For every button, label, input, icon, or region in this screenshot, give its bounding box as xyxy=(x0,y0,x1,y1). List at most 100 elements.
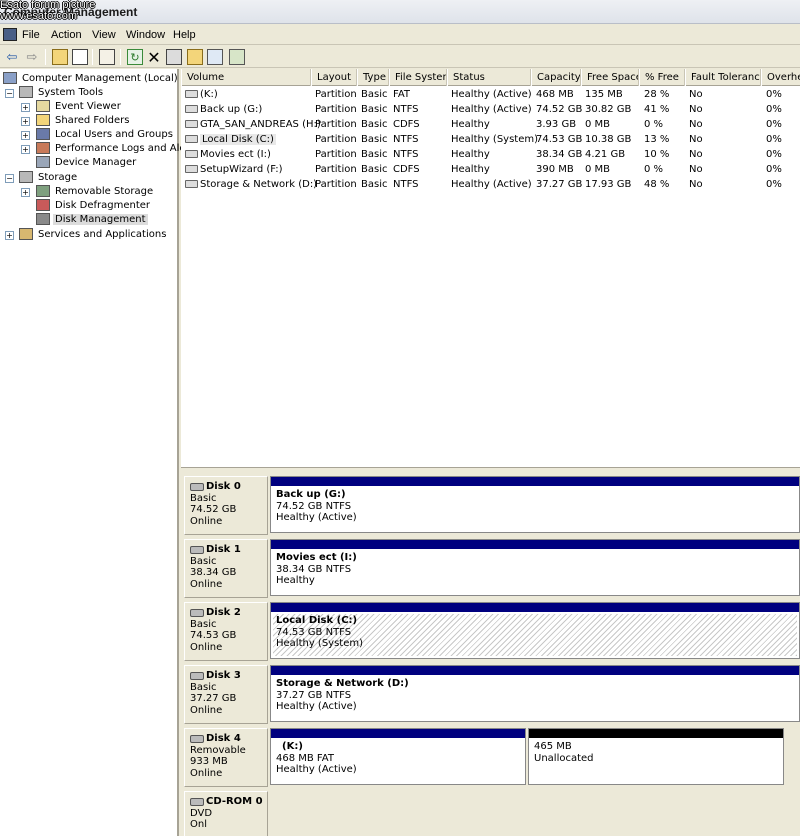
watermark: Esato forum picture www.esato.com xyxy=(0,0,95,22)
disk-info[interactable]: Disk 0 Basic 74.52 GB Online xyxy=(184,476,268,535)
cell-free: 0 MB xyxy=(585,119,611,130)
partition[interactable]: Storage & Network (D:) 37.27 GB NTFS Healt… xyxy=(270,665,800,722)
expand-removable-storage[interactable]: + xyxy=(21,188,30,197)
collapse-storage[interactable]: − xyxy=(5,174,14,183)
partition[interactable]: Local Disk (C:) 74.53 GB NTFS Healthy (Sys… xyxy=(270,602,800,659)
column-header-fault-tolerance[interactable]: Fault Tolerance xyxy=(685,69,761,86)
table-row[interactable]: GTA_SAN_ANDREAS (H:) Partition Basic CDFS He… xyxy=(181,117,800,132)
disk-info[interactable]: Disk 4 Removable 933 MB Online xyxy=(184,728,268,787)
partition[interactable]: Back up (G:) 74.52 GB NTFS Healthy (Active… xyxy=(270,476,800,533)
column-header-file-system[interactable]: File System xyxy=(389,69,447,86)
disk-name-label: Disk 2 xyxy=(206,607,241,618)
forward-arrow-icon[interactable]: ⇨ xyxy=(24,49,40,65)
tree-item-storage[interactable]: Storage xyxy=(19,170,79,184)
disk-size: 37.27 GB xyxy=(190,693,237,704)
menu-view[interactable]: View xyxy=(92,29,116,41)
disk-name: Disk 2 xyxy=(190,607,267,619)
refresh-icon[interactable]: ↻ xyxy=(127,49,143,65)
open-folder-icon[interactable] xyxy=(187,49,203,65)
defragmenter-icon xyxy=(36,199,50,211)
table-row[interactable]: Local Disk (C:) Partition Basic NTFS Healthy… xyxy=(181,132,800,147)
expand-local-users[interactable]: + xyxy=(21,131,30,140)
column-header-layout[interactable]: Layout xyxy=(311,69,357,86)
expand-event-viewer[interactable]: + xyxy=(21,103,30,112)
cell-fs: NTFS xyxy=(393,104,419,115)
disk-size: 74.52 GB xyxy=(190,504,237,515)
menu-help[interactable]: Help xyxy=(173,29,196,41)
menu-file[interactable]: File xyxy=(22,29,40,41)
column-header-percent-free[interactable]: % Free xyxy=(639,69,685,86)
tree-item-removable-storage[interactable]: Removable Storage xyxy=(36,184,155,198)
disk-type: Basic xyxy=(190,681,217,693)
tree-item-system-tools[interactable]: System Tools xyxy=(19,85,105,99)
table-row[interactable]: (K:) Partition Basic FAT Healthy (Active) 468… xyxy=(181,87,800,102)
column-header-status[interactable]: Status xyxy=(447,69,531,86)
disk-info[interactable]: Disk 3 Basic 37.27 GB Online xyxy=(184,665,268,724)
disk-size: 74.53 GB xyxy=(190,630,237,641)
tree-item-disk-management[interactable]: Disk Management xyxy=(36,212,148,226)
device-manager-icon xyxy=(36,156,50,168)
cell-fault: No xyxy=(689,104,703,115)
unallocated-partition[interactable]: 465 MB Unallocated xyxy=(528,728,784,785)
menu-window[interactable]: Window xyxy=(126,29,165,41)
column-header-type[interactable]: Type xyxy=(357,69,389,86)
properties-sheet-icon[interactable] xyxy=(166,49,182,65)
show-hide-tree-icon[interactable] xyxy=(72,49,88,65)
disk-info[interactable]: Disk 1 Basic 38.34 GB Online xyxy=(184,539,268,598)
search-icon[interactable] xyxy=(207,49,223,65)
table-row[interactable]: Storage & Network (D:) Partition Basic NTFS… xyxy=(181,177,800,192)
expand-perf-logs[interactable]: + xyxy=(21,145,30,154)
column-header-capacity[interactable]: Capacity xyxy=(531,69,581,86)
column-header-volume[interactable]: Volume xyxy=(181,69,311,86)
column-header-overhead[interactable]: Overhead xyxy=(761,69,800,86)
cell-fs: NTFS xyxy=(393,179,419,190)
disk-row: Disk 1 Basic 38.34 GB Online Movies ect (I:)… xyxy=(181,536,800,599)
table-row[interactable]: SetupWizard (F:) Partition Basic CDFS Health… xyxy=(181,162,800,177)
cell-volume: Back up (G:) xyxy=(200,104,263,115)
cell-capacity: 37.27 GB xyxy=(536,179,583,190)
disk-name-label: Disk 1 xyxy=(206,544,241,555)
disk-state: Online xyxy=(190,578,223,590)
partition[interactable]: (K:) 468 MB FAT Healthy (Active) xyxy=(270,728,526,785)
cell-fs: CDFS xyxy=(393,164,420,175)
hard-drive-icon xyxy=(185,135,198,143)
partition-status: Healthy xyxy=(276,575,315,586)
tree-item-device-manager[interactable]: Device Manager xyxy=(36,155,138,169)
tree-label: Shared Folders xyxy=(55,114,130,126)
collapse-system-tools[interactable]: − xyxy=(5,89,14,98)
export-icon[interactable] xyxy=(229,49,245,65)
tools-icon xyxy=(19,86,33,98)
cell-layout: Partition xyxy=(315,104,357,115)
partition[interactable]: Movies ect (I:) 38.34 GB NTFS Healthy xyxy=(270,539,800,596)
column-header-free-space[interactable]: Free Space xyxy=(581,69,639,86)
tree-label: Performance Logs and Alerts xyxy=(55,142,199,154)
computer-management-icon[interactable] xyxy=(3,28,17,41)
up-folder-icon[interactable] xyxy=(52,49,68,65)
tree-item-event-viewer[interactable]: Event Viewer xyxy=(36,99,123,113)
table-row[interactable]: Movies ect (I:) Partition Basic NTFS Healthy… xyxy=(181,147,800,162)
disk-info[interactable]: Disk 2 Basic 74.53 GB Online xyxy=(184,602,268,661)
table-row[interactable]: Back up (G:) Partition Basic NTFS Healthy (A… xyxy=(181,102,800,117)
partition-name: (K:) xyxy=(282,741,303,752)
removable-drive-icon xyxy=(185,90,198,98)
cell-capacity: 468 MB xyxy=(536,89,574,100)
menu-action[interactable]: Action xyxy=(51,29,82,41)
partition-status: Unallocated xyxy=(534,752,594,764)
tree-item-services[interactable]: Services and Applications xyxy=(19,227,168,241)
disk-info[interactable]: CD-ROM 0 DVD Onl xyxy=(184,791,268,836)
tree-item-disk-defragmenter[interactable]: Disk Defragmenter xyxy=(36,198,152,212)
tree-item-local-users[interactable]: Local Users and Groups xyxy=(36,127,175,141)
disk-icon xyxy=(190,734,204,743)
partition-name: Movies ect (I:) xyxy=(276,552,357,563)
cell-layout: Partition xyxy=(315,119,357,130)
tree-item-computer-management[interactable]: Computer Management (Local) xyxy=(3,71,180,85)
tree-item-perf-logs[interactable]: Performance Logs and Alerts xyxy=(36,141,201,155)
cell-layout: Partition xyxy=(315,134,357,145)
properties-icon[interactable] xyxy=(99,49,115,65)
back-arrow-icon[interactable]: ⇦ xyxy=(4,49,20,65)
delete-icon[interactable]: ✕ xyxy=(146,48,162,67)
expand-services[interactable]: + xyxy=(5,231,14,240)
cell-free: 30.82 GB xyxy=(585,104,632,115)
tree-item-shared-folders[interactable]: Shared Folders xyxy=(36,113,132,127)
expand-shared-folders[interactable]: + xyxy=(21,117,30,126)
